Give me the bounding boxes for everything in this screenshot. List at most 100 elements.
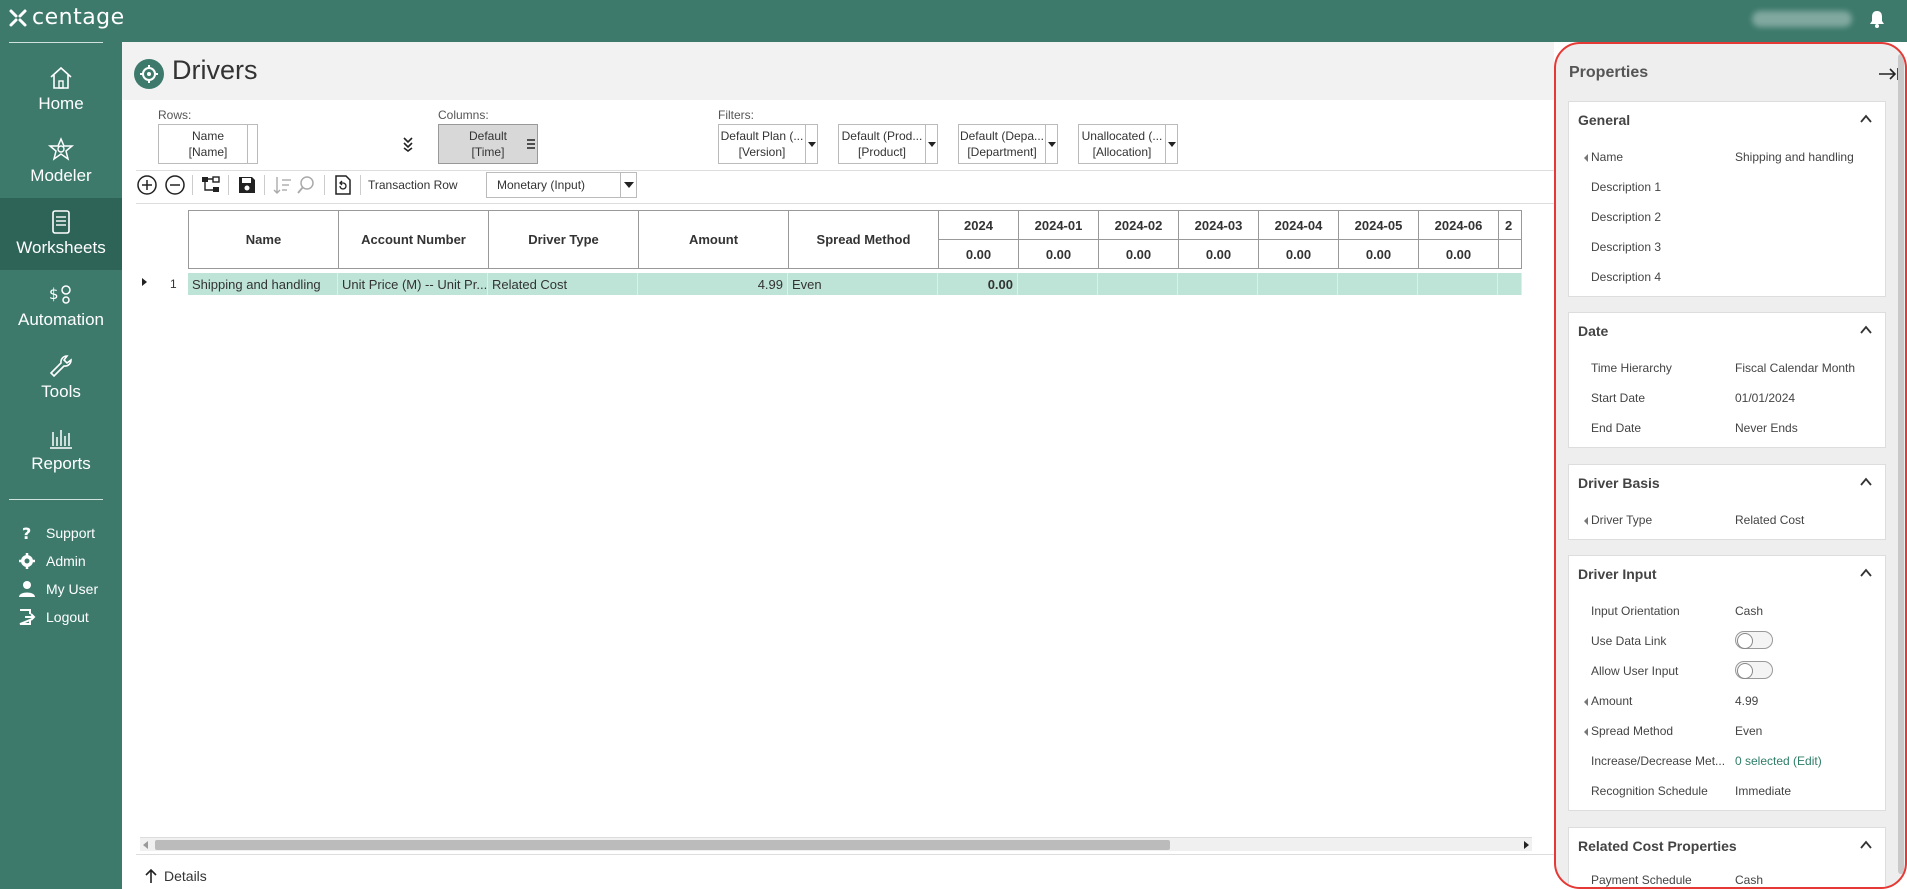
column-header-amount[interactable]: Amount bbox=[638, 210, 789, 269]
columns-dimension-time[interactable]: Default [Time] bbox=[438, 124, 538, 164]
period-header[interactable]: 2024-04 bbox=[1258, 210, 1339, 240]
cell-period[interactable] bbox=[1098, 273, 1178, 295]
filter-allocation[interactable]: Unallocated (... [Allocation] bbox=[1078, 124, 1178, 164]
period-header[interactable]: 2024-06 bbox=[1418, 210, 1499, 240]
property-row[interactable]: Name Shipping and handling bbox=[1569, 147, 1887, 167]
sidebar-item-support[interactable]: ? Support bbox=[18, 522, 95, 544]
cell-spread-method[interactable]: Even bbox=[788, 273, 938, 295]
chevron-up-icon[interactable] bbox=[1859, 838, 1873, 852]
chevron-down-icon[interactable] bbox=[621, 172, 637, 198]
chevron-up-icon[interactable] bbox=[1859, 566, 1873, 580]
chevron-up-icon[interactable] bbox=[1859, 112, 1873, 126]
expand-triangle-icon[interactable] bbox=[1584, 517, 1588, 525]
app-logo[interactable]: centage bbox=[8, 5, 125, 30]
property-row[interactable]: Payment Schedule Cash bbox=[1569, 870, 1887, 887]
expand-triangle-icon[interactable] bbox=[1584, 154, 1588, 162]
filter-version[interactable]: Default Plan (... [Version] bbox=[718, 124, 818, 164]
property-row[interactable]: Increase/Decrease Met... 0 selected (Edit… bbox=[1569, 751, 1887, 771]
save-icon[interactable] bbox=[236, 174, 258, 196]
transaction-row-select[interactable]: Monetary (Input) bbox=[486, 172, 621, 198]
cell-period[interactable] bbox=[1178, 273, 1258, 295]
document-refresh-icon[interactable] bbox=[332, 174, 354, 196]
property-row[interactable]: Input Orientation Cash bbox=[1569, 601, 1887, 621]
allow-user-input-toggle[interactable] bbox=[1735, 661, 1773, 679]
rows-dimension-name[interactable]: Name [Name] bbox=[158, 124, 258, 164]
chevron-up-icon[interactable] bbox=[1859, 323, 1873, 337]
column-header-name[interactable]: Name bbox=[188, 210, 339, 269]
chevron-down-icon[interactable] bbox=[805, 125, 817, 163]
user-name-blurred[interactable] bbox=[1752, 11, 1852, 27]
property-row[interactable]: Allow User Input bbox=[1569, 661, 1887, 681]
property-row[interactable]: Amount 4.99 bbox=[1569, 691, 1887, 711]
sidebar-item-admin[interactable]: Admin bbox=[18, 550, 86, 572]
property-row[interactable]: End Date Never Ends bbox=[1569, 418, 1887, 438]
double-chevron-down-icon[interactable] bbox=[402, 136, 414, 152]
cell-name[interactable]: Shipping and handling bbox=[188, 273, 338, 295]
search-clear-icon[interactable] bbox=[296, 174, 318, 196]
chevron-up-icon[interactable] bbox=[1859, 475, 1873, 489]
cell-period[interactable] bbox=[1018, 273, 1098, 295]
details-toggle[interactable]: Details bbox=[144, 868, 207, 884]
sidebar-item-my-user[interactable]: My User bbox=[18, 578, 98, 600]
property-row[interactable]: Spread Method Even bbox=[1569, 721, 1887, 741]
period-header[interactable]: 2024-02 bbox=[1098, 210, 1179, 240]
cell-driver-type[interactable]: Related Cost bbox=[488, 273, 638, 295]
sidebar-item-automation[interactable]: $ Automation bbox=[0, 270, 122, 342]
property-row[interactable]: Use Data Link bbox=[1569, 631, 1887, 651]
period-header[interactable]: 2024-03 bbox=[1178, 210, 1259, 240]
bell-icon[interactable] bbox=[1867, 9, 1887, 29]
expand-row-icon[interactable] bbox=[142, 278, 147, 286]
property-row[interactable]: Description 2 bbox=[1569, 207, 1887, 227]
chevron-down-icon[interactable] bbox=[1045, 125, 1057, 163]
collapse-panel-icon[interactable] bbox=[1878, 66, 1900, 82]
property-row[interactable]: Description 4 bbox=[1569, 267, 1887, 287]
column-header-driver-type[interactable]: Driver Type bbox=[488, 210, 639, 269]
properties-scrollbar[interactable] bbox=[1898, 54, 1904, 874]
increase-decrease-edit-link[interactable]: 0 selected (Edit) bbox=[1735, 754, 1822, 768]
column-header-account-number[interactable]: Account Number bbox=[338, 210, 489, 269]
property-row[interactable]: Description 3 bbox=[1569, 237, 1887, 257]
scroll-left-icon[interactable] bbox=[143, 841, 148, 849]
scroll-right-icon[interactable] bbox=[1524, 841, 1529, 849]
sidebar-item-reports[interactable]: Reports bbox=[0, 414, 122, 486]
sidebar-item-modeler[interactable]: Modeler bbox=[0, 126, 122, 198]
property-row[interactable]: Description 1 bbox=[1569, 177, 1887, 197]
add-circle-icon[interactable] bbox=[136, 174, 158, 196]
period-header[interactable]: 2 bbox=[1498, 210, 1522, 240]
property-value: Never Ends bbox=[1735, 421, 1798, 435]
cell-amount[interactable]: 4.99 bbox=[638, 273, 788, 295]
chevron-down-icon[interactable] bbox=[925, 125, 937, 163]
property-row[interactable]: Start Date 01/01/2024 bbox=[1569, 388, 1887, 408]
sort-clear-icon[interactable] bbox=[272, 174, 294, 196]
property-row[interactable]: Driver Type Related Cost bbox=[1569, 510, 1887, 530]
scrollbar-thumb[interactable] bbox=[155, 840, 1170, 850]
sidebar-item-home[interactable]: Home bbox=[0, 54, 122, 126]
sidebar-item-tools[interactable]: Tools bbox=[0, 342, 122, 414]
expand-triangle-icon[interactable] bbox=[1584, 698, 1588, 706]
property-row[interactable]: Time Hierarchy Fiscal Calendar Month bbox=[1569, 358, 1887, 378]
remove-circle-icon[interactable] bbox=[164, 174, 186, 196]
cell-year-total[interactable]: 0.00 bbox=[938, 273, 1018, 295]
period-header[interactable]: 2024-01 bbox=[1018, 210, 1099, 240]
filter-product[interactable]: Default (Prod... [Product] bbox=[838, 124, 938, 164]
cell-account-number[interactable]: Unit Price (M) -- Unit Pr... bbox=[338, 273, 488, 295]
column-header-spread-method[interactable]: Spread Method bbox=[788, 210, 939, 269]
period-header[interactable]: 2024-05 bbox=[1338, 210, 1419, 240]
use-data-link-toggle[interactable] bbox=[1735, 631, 1773, 649]
period-total: 0.00 bbox=[1018, 239, 1099, 269]
cell-period[interactable] bbox=[1338, 273, 1418, 295]
chevron-down-icon[interactable] bbox=[1165, 125, 1177, 163]
horizontal-scrollbar[interactable] bbox=[140, 837, 1532, 851]
sidebar-item-worksheets[interactable]: Worksheets bbox=[0, 198, 122, 270]
expand-triangle-icon[interactable] bbox=[1584, 728, 1588, 736]
filter-department[interactable]: Default (Depa... [Department] bbox=[958, 124, 1058, 164]
hierarchy-icon[interactable] bbox=[200, 174, 222, 196]
cell-period[interactable] bbox=[1418, 273, 1498, 295]
sidebar-item-logout[interactable]: Logout bbox=[18, 606, 89, 628]
dimension-side-handle[interactable] bbox=[247, 125, 257, 163]
cell-period[interactable] bbox=[1258, 273, 1338, 295]
property-row[interactable]: Recognition Schedule Immediate bbox=[1569, 781, 1887, 801]
period-header[interactable]: 2024 bbox=[938, 210, 1019, 240]
menu-lines-icon[interactable] bbox=[526, 137, 536, 151]
cell-period[interactable] bbox=[1498, 273, 1522, 295]
